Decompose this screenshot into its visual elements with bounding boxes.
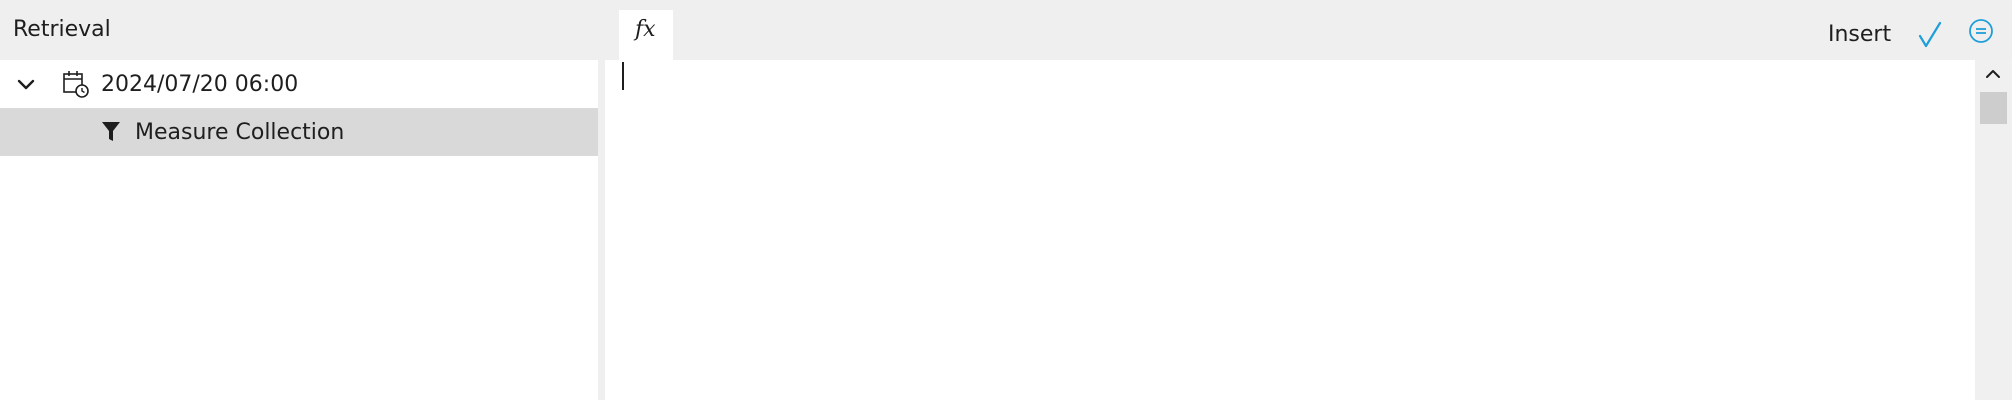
calendar-clock-icon [62, 70, 90, 98]
tree-item-measure-collection[interactable]: Measure Collection [0, 108, 598, 156]
panel-title: Retrieval [13, 17, 111, 42]
text-caret [622, 62, 624, 90]
formula-panel: fx Insert [605, 0, 2012, 400]
scrollbar-thumb[interactable] [1980, 92, 2007, 124]
retrieval-tree: 2024/07/20 06:00 Measure Collection [0, 60, 598, 400]
tab-formula[interactable]: fx [619, 10, 673, 60]
tree-item-label: 2024/07/20 06:00 [101, 72, 299, 97]
formula-editor-window: Retrieval 2024/07/20 06:00 Measure Colle… [0, 0, 2012, 400]
retrieval-panel-header: Retrieval [0, 0, 598, 60]
chevron-down-icon[interactable] [16, 74, 36, 94]
formula-editor[interactable] [605, 60, 1975, 400]
tree-item-date[interactable]: 2024/07/20 06:00 [0, 60, 598, 108]
function-icon: fx [635, 17, 656, 42]
insert-button[interactable]: Insert [1828, 21, 1891, 49]
vertical-scrollbar[interactable] [1975, 60, 2012, 400]
filter-icon [100, 120, 122, 144]
options-menu-icon[interactable] [1967, 17, 1995, 45]
tree-item-label: Measure Collection [135, 120, 345, 145]
retrieval-panel: Retrieval 2024/07/20 06:00 Measure Colle… [0, 0, 598, 400]
checkmark-icon[interactable] [1916, 20, 1944, 50]
scroll-up-icon[interactable] [1984, 66, 2002, 82]
panel-splitter[interactable] [598, 0, 605, 400]
